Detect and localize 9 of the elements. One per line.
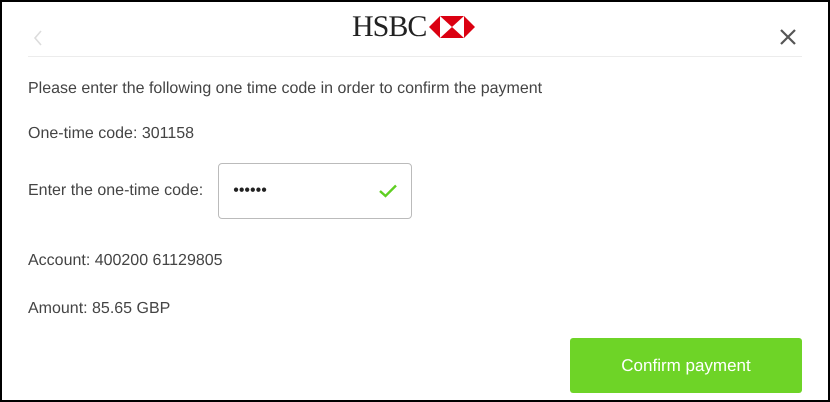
one-time-code-text: One-time code: 301158: [28, 124, 196, 144]
amount-text: Amount: 85.65 GBP: [28, 299, 172, 319]
account-text: Account: 400200 61129805: [28, 251, 224, 271]
code-input-field[interactable]: ••••••: [218, 163, 412, 219]
field-label: Enter the one-time code:: [28, 181, 204, 201]
logo-text: HSBC: [352, 12, 426, 42]
chevron-left-icon: [33, 29, 43, 47]
instruction-text: Please enter the following one time code in order to confirm the payment: [28, 79, 544, 99]
logo-icon: [429, 16, 476, 38]
